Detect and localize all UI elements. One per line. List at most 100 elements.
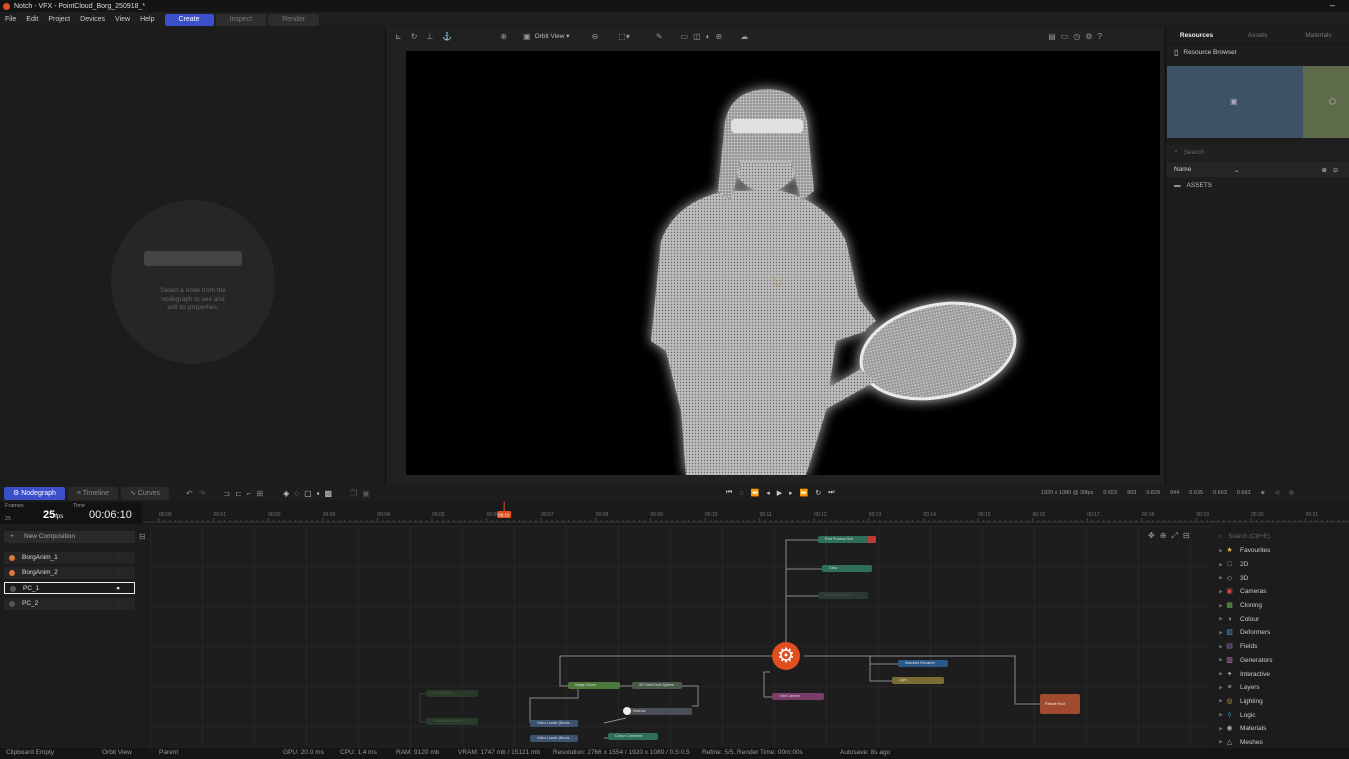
library-category-interactive[interactable]: ▶ ✦ Interactive xyxy=(1211,667,1349,681)
node-glow[interactable]: Glow xyxy=(822,565,872,572)
node-field-affector[interactable]: Field Affector xyxy=(426,690,478,697)
node-transform-modifier[interactable]: Transform Modifier xyxy=(426,718,478,725)
library-category-cloning[interactable]: ▶ ▦ Cloning xyxy=(1211,599,1349,613)
tab-timeline[interactable]: ≡ Timeline xyxy=(67,486,118,500)
new-composition-button[interactable]: + New Composition xyxy=(4,531,135,543)
paste-icon[interactable]: ▣ xyxy=(362,489,370,498)
chevron-right-icon[interactable]: ▶ xyxy=(1219,562,1226,568)
resource-thumbnail-3d[interactable]: ⬡ xyxy=(1303,66,1349,138)
mode-inspect-button[interactable]: Inspect xyxy=(215,13,267,26)
settings-small-icon[interactable]: ◎ xyxy=(1289,490,1294,496)
library-search-input[interactable]: ⌕ Search (Ctrl+E) xyxy=(1211,530,1349,544)
library-category-favourites[interactable]: ▶ ★ Favourites xyxy=(1211,544,1349,558)
library-category-generators[interactable]: ▶ ▥ Generators xyxy=(1211,654,1349,668)
mode-render-button[interactable]: Render xyxy=(268,13,320,26)
nodegraph-canvas[interactable]: Post Process Roll Glow Selection Image ⚙… xyxy=(150,526,1210,748)
tab-assets[interactable]: Assets xyxy=(1227,32,1288,39)
cloud-icon[interactable]: ☁ xyxy=(740,32,748,41)
layer-borganim-1[interactable]: BorgAnim_1 ○ xyxy=(4,552,135,564)
node-pointclone-sphere[interactable]: 3D PointClone Sphere xyxy=(632,682,682,689)
chevron-right-icon[interactable]: ▶ xyxy=(1219,712,1226,718)
render-canvas[interactable] xyxy=(406,51,1160,475)
view-mode-dropdown[interactable]: Orbit View ▾ xyxy=(535,32,570,40)
menu-help[interactable]: Help xyxy=(140,16,154,23)
redo-icon[interactable]: ↷ xyxy=(199,489,206,498)
layer-visibility-icon[interactable]: ○ xyxy=(117,598,121,610)
undo-icon[interactable]: ↶ xyxy=(186,489,193,498)
anchor-icon[interactable]: ⚓ xyxy=(442,32,452,41)
chevron-right-icon[interactable]: ▶ xyxy=(1219,671,1226,677)
globe-icon[interactable]: ⊛ xyxy=(716,32,723,41)
chevron-right-icon[interactable]: ▶ xyxy=(1219,630,1226,636)
minimap-icon[interactable]: ⊟ xyxy=(1183,531,1190,541)
split-icon[interactable]: ◫ xyxy=(693,32,701,41)
menu-file[interactable]: File xyxy=(5,16,16,23)
frame-icon[interactable]: ▭ xyxy=(1061,32,1069,41)
lasso-icon[interactable]: ◌ xyxy=(294,489,299,498)
chevron-right-icon[interactable]: ▶ xyxy=(1219,548,1226,554)
brush-icon[interactable]: ✎ xyxy=(656,32,663,41)
node-colour-correction[interactable]: Colour Correction xyxy=(608,733,658,740)
step-back-icon[interactable]: ⏪ xyxy=(750,489,759,497)
node-standard-renderer[interactable]: Standard Renderer xyxy=(898,660,948,667)
timecode-readout[interactable]: 00:06:10 xyxy=(89,509,132,521)
chevron-right-icon[interactable]: ▶ xyxy=(1219,589,1226,595)
tab-materials[interactable]: Materials xyxy=(1288,32,1349,39)
step-forward-icon[interactable]: ⏩ xyxy=(800,489,809,497)
node-orbit-camera[interactable]: Orbit Camera xyxy=(772,693,824,700)
layer-visibility-icon[interactable]: ○ xyxy=(117,552,121,564)
chevron-right-icon[interactable]: ▶ xyxy=(1219,726,1226,732)
menu-view[interactable]: View xyxy=(115,16,130,23)
ungroup-icon[interactable]: ⊏ xyxy=(235,489,242,498)
layer-visibility-icon[interactable]: ● xyxy=(116,583,120,595)
shading-icon[interactable]: ◐ xyxy=(706,32,711,41)
node-image-cloner[interactable]: Image Cloner xyxy=(568,682,620,689)
node-light[interactable]: Light xyxy=(892,677,944,684)
fit-icon[interactable]: ⤢ xyxy=(1171,531,1177,541)
tab-nodegraph[interactable]: ⚙ Nodegraph xyxy=(4,486,65,500)
layout-grid-icon[interactable]: ⊞ xyxy=(256,489,263,498)
rotate-icon[interactable]: ↻ xyxy=(411,32,418,41)
chevron-right-icon[interactable]: ▶ xyxy=(1219,739,1226,745)
node-particle-root[interactable]: Particle Root xyxy=(1040,694,1080,714)
chevron-right-icon[interactable]: ▶ xyxy=(1219,685,1226,691)
skip-end-icon[interactable]: ⏭ xyxy=(828,489,834,497)
render-mode-icon[interactable]: ◈ xyxy=(1261,490,1265,496)
mode-create-button[interactable]: Create xyxy=(164,13,214,26)
fps-readout[interactable]: 25fps xyxy=(43,509,63,521)
library-category-meshes[interactable]: ▶ △ Meshes xyxy=(1211,736,1349,748)
library-category-logic[interactable]: ▶ ◊ Logic xyxy=(1211,708,1349,722)
layout-icon[interactable]: ▤ xyxy=(1048,32,1056,41)
move-icon[interactable]: ⊥ xyxy=(426,32,433,41)
layer-pc-1[interactable]: PC_1 ● xyxy=(4,582,135,594)
import-icon[interactable]: ⊙ xyxy=(1333,166,1338,174)
audio-icon[interactable]: ◁ xyxy=(1275,490,1279,496)
snap-icon[interactable]: ▪ xyxy=(317,489,320,498)
menu-project[interactable]: Project xyxy=(48,16,70,23)
composition-options-icon[interactable]: ⊟ xyxy=(139,532,146,541)
root-node-gear-icon[interactable]: ⚙ xyxy=(772,642,800,670)
axis-icon[interactable]: ⊾ xyxy=(395,32,402,41)
chevron-right-icon[interactable]: ▶ xyxy=(1219,575,1226,581)
layer-visibility-icon[interactable]: ○ xyxy=(117,567,121,579)
layer-pc-2[interactable]: PC_2 ○ xyxy=(4,598,135,610)
copy-icon[interactable]: ❐ xyxy=(350,489,357,498)
resource-sort-dropdown[interactable]: Name ⌄ ⊕ ⊙ xyxy=(1166,162,1349,177)
library-category-cameras[interactable]: ▶ ▣ Cameras xyxy=(1211,585,1349,599)
zoom-in-icon[interactable]: ⊕ xyxy=(1160,531,1167,541)
resource-thumbnail-image[interactable]: ▣ xyxy=(1167,66,1303,138)
loop-icon[interactable]: ◌ xyxy=(739,490,743,497)
menu-devices[interactable]: Devices xyxy=(80,16,105,23)
clock-icon[interactable]: ◷ xyxy=(1073,32,1080,41)
box-select-icon[interactable]: ▢ xyxy=(304,489,312,498)
chevron-right-icon[interactable]: ▶ xyxy=(1219,603,1226,609)
library-category-layers[interactable]: ▶ ≡ Layers xyxy=(1211,681,1349,695)
repeat-icon[interactable]: ↻ xyxy=(815,489,821,497)
chevron-right-icon[interactable]: ▶ xyxy=(1219,698,1226,704)
library-category-colour[interactable]: ▶ ◑ Colour xyxy=(1211,612,1349,626)
minimize-button[interactable]: – xyxy=(1330,0,1335,10)
chevron-right-icon[interactable]: ▶ xyxy=(1219,616,1226,622)
node-selection-image[interactable]: Selection Image xyxy=(818,592,868,599)
skip-start-icon[interactable]: ⏮ xyxy=(726,489,732,497)
node-video-loader-2[interactable]: Video Loader (Borda... xyxy=(530,735,578,742)
